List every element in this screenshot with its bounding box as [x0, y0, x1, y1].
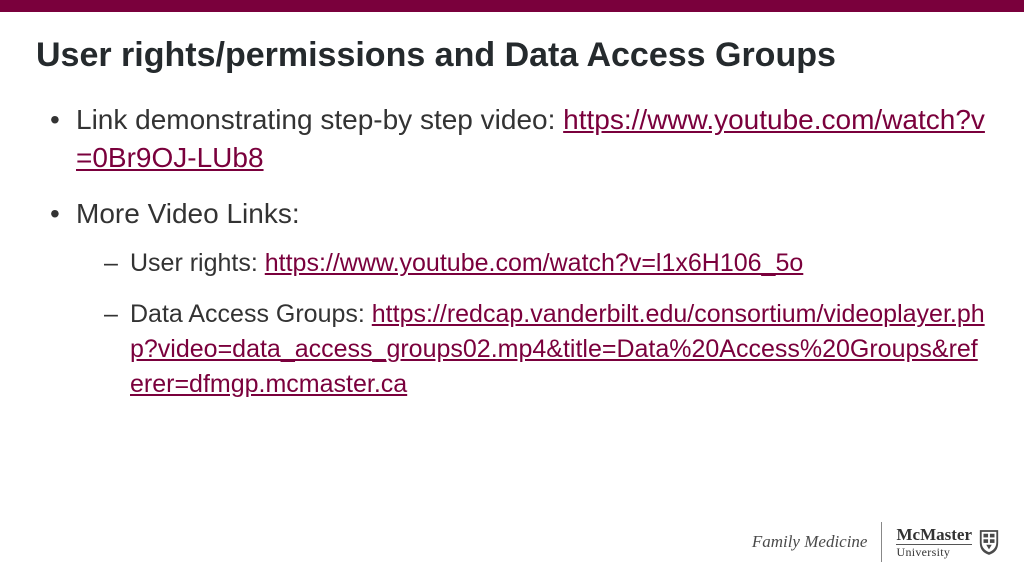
brand-name: McMaster — [896, 526, 972, 543]
footer: Family Medicine McMaster University — [752, 522, 1000, 562]
footer-divider — [881, 522, 882, 562]
brand-sub: University — [896, 544, 972, 558]
sub-bullet-text: User rights: — [130, 249, 265, 277]
department-label: Family Medicine — [752, 532, 868, 552]
slide-title: User rights/permissions and Data Access … — [36, 36, 988, 75]
sub-bullet-text: Data Access Groups: — [130, 300, 372, 328]
crest-icon — [978, 528, 1000, 556]
bullet-item: More Video Links: User rights: https://w… — [50, 195, 988, 403]
brand-block: McMaster University — [896, 526, 1000, 558]
bullet-list: Link demonstrating step-by step video: h… — [36, 101, 988, 402]
brand-text: McMaster University — [896, 526, 972, 558]
sub-bullet-item: Data Access Groups: https://redcap.vande… — [104, 297, 988, 402]
bullet-item: Link demonstrating step-by step video: h… — [50, 101, 988, 177]
sub-bullet-list: User rights: https://www.youtube.com/wat… — [76, 246, 988, 402]
sub-bullet-item: User rights: https://www.youtube.com/wat… — [104, 246, 988, 281]
bullet-text: Link demonstrating step-by step video: — [76, 104, 563, 135]
slide-body: User rights/permissions and Data Access … — [0, 12, 1024, 402]
top-accent-bar — [0, 0, 1024, 12]
bullet-text: More Video Links: — [76, 198, 300, 229]
video-link[interactable]: https://www.youtube.com/watch?v=l1x6H106… — [265, 249, 804, 277]
